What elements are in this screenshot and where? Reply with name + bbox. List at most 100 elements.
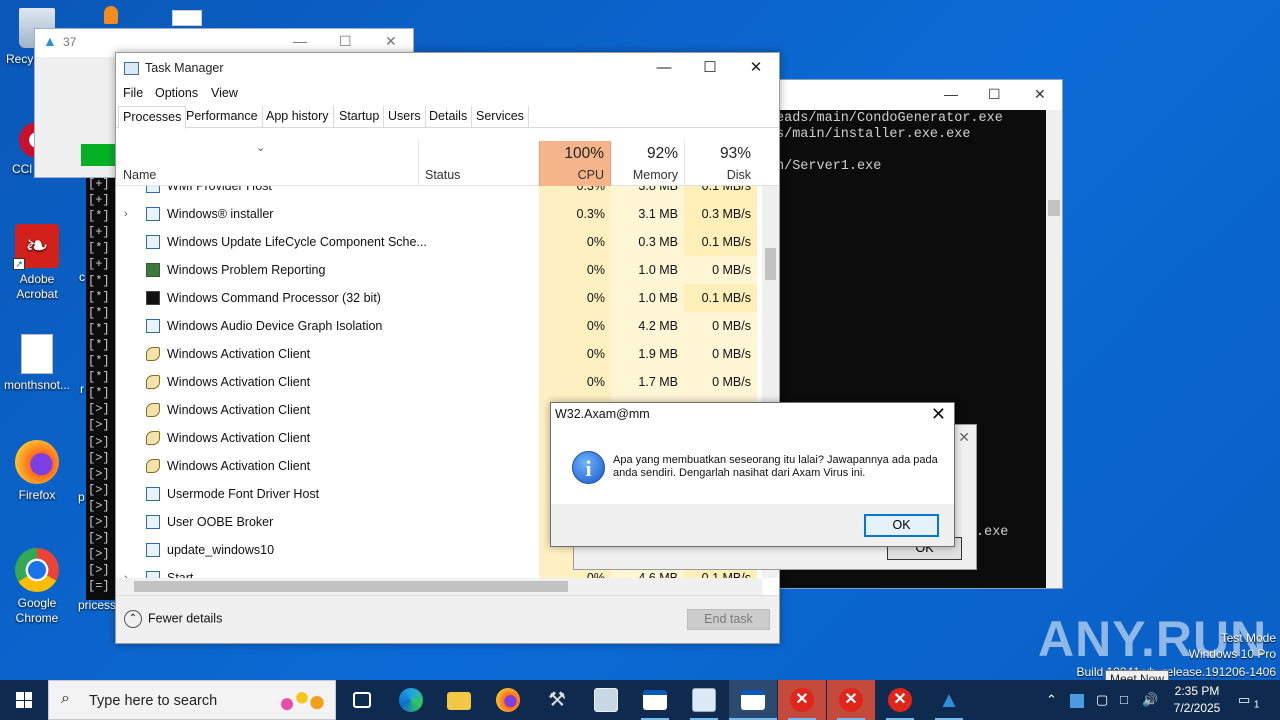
error-icon: ✕ xyxy=(839,688,863,712)
process-row[interactable]: Windows Activation Client 0% 1.7 MB 0 MB/s xyxy=(116,368,762,396)
process-row[interactable]: Windows Problem Reporting 0% 1.0 MB 0 MB/s xyxy=(116,256,762,284)
column-disk[interactable]: 93% Disk xyxy=(684,141,757,186)
start-button[interactable] xyxy=(0,680,48,720)
network-icon[interactable]: □ xyxy=(1120,680,1128,720)
search-placeholder: Type here to search xyxy=(89,693,218,709)
tray-security-icon[interactable] xyxy=(1070,680,1088,720)
close-button[interactable]: ✕ xyxy=(733,53,779,83)
problem-reporting-icon xyxy=(146,263,160,277)
menu-bar: File Options View xyxy=(116,84,779,104)
tab-details[interactable]: Details xyxy=(425,106,473,128)
window-app-icon xyxy=(643,690,667,710)
process-row[interactable]: Windows Audio Device Graph Isolation 0% 4.… xyxy=(116,312,762,340)
notification-button[interactable]: ▭ 1 xyxy=(1238,680,1262,720)
process-row[interactable]: › Windows® installer 0.3% 3.1 MB 0.3 MB/s xyxy=(116,200,762,228)
process-name: Windows® installer xyxy=(167,207,274,221)
desktop-icon-firefox[interactable]: Firefox xyxy=(0,440,74,503)
scroll-thumb[interactable] xyxy=(134,581,568,592)
process-name: update_windows10 xyxy=(167,543,275,557)
task-manager-titlebar[interactable]: Task Manager — ☐ ✕ xyxy=(116,53,779,84)
app-window-icon xyxy=(146,487,160,501)
dialog-title: W32.Axam@mm xyxy=(555,407,650,421)
column-name[interactable]: ⌄ Name xyxy=(116,141,418,186)
taskbar-task-manager[interactable] xyxy=(680,680,728,720)
taskbar-error-dialog[interactable]: ✕ xyxy=(778,680,826,720)
taskbar-window-app[interactable] xyxy=(631,680,679,720)
taskbar-firefox[interactable] xyxy=(484,680,532,720)
console-scrollbar[interactable] xyxy=(1046,110,1062,588)
tray-overflow-chevron-icon[interactable]: ⌃ xyxy=(1046,680,1057,720)
task-view-icon xyxy=(353,692,371,708)
process-row[interactable]: Windows Update LifeCycle Component Sche.… xyxy=(116,228,762,256)
taskbar-edge[interactable] xyxy=(387,680,435,720)
volume-icon[interactable]: 🔊 xyxy=(1142,680,1158,720)
process-row[interactable]: WMI Provider Host 0.3% 3.8 MB 0.1 MB/s xyxy=(116,186,762,200)
taskbar-error-dialog[interactable]: ✕ xyxy=(827,680,875,720)
close-button[interactable]: ✕ xyxy=(931,404,946,425)
acrobat-icon: ❧ ↗ xyxy=(13,224,59,270)
clock[interactable]: 2:35 PM 7/2/2025 xyxy=(1166,683,1228,717)
taskbar-anyrun[interactable]: ▲ xyxy=(925,680,973,720)
search-highlight-icon xyxy=(269,685,329,717)
key-icon xyxy=(146,431,160,445)
console-titlebar[interactable]: — ☐ ✕ xyxy=(756,80,1062,110)
maximize-button[interactable]: ☐ xyxy=(687,53,733,83)
column-memory[interactable]: 92% Memory xyxy=(611,141,684,186)
desktop-icon-monthsnot[interactable]: monthsnot... xyxy=(0,334,74,393)
expand-chevron-icon[interactable]: › xyxy=(124,208,134,220)
minimize-button[interactable]: — xyxy=(293,33,307,49)
scroll-thumb[interactable] xyxy=(1048,200,1060,216)
column-header-row: ⌄ Name Status 100% CPU 92% Memory 93% Di… xyxy=(116,141,779,186)
menu-view[interactable]: View xyxy=(211,86,238,100)
console-line: [*] xyxy=(88,273,110,288)
taskbar-network[interactable] xyxy=(582,680,630,720)
installer-icon xyxy=(146,207,160,221)
tab-app-history[interactable]: App history xyxy=(262,106,334,128)
tab-services[interactable]: Services xyxy=(472,106,529,128)
ok-button[interactable]: OK xyxy=(864,514,939,537)
taskbar-console[interactable] xyxy=(729,680,777,720)
minimize-button[interactable]: — xyxy=(944,86,958,102)
console-line: [*] xyxy=(88,370,110,385)
taskbar-error-dialog[interactable]: ✕ xyxy=(876,680,924,720)
task-view-button[interactable] xyxy=(338,680,386,720)
tab-performance[interactable]: Performance xyxy=(182,106,263,128)
close-button[interactable]: ✕ xyxy=(385,33,397,50)
tab-startup[interactable]: Startup xyxy=(335,106,385,128)
tab-processes[interactable]: Processes xyxy=(118,106,187,129)
process-name: Windows Activation Client xyxy=(167,431,311,445)
close-button[interactable]: ✕ xyxy=(1034,86,1046,103)
tab-users[interactable]: Users xyxy=(384,106,426,128)
desktop-icon-google-chrome[interactable]: Google Chrome xyxy=(0,548,74,626)
taskbar-file-explorer[interactable] xyxy=(435,680,483,720)
close-button[interactable]: ✕ xyxy=(958,429,970,446)
console-line: [+] xyxy=(88,225,110,240)
minimize-button[interactable]: — xyxy=(641,53,687,83)
column-cpu[interactable]: 100% CPU xyxy=(539,141,611,186)
desktop-icon-adobe-acrobat[interactable]: ❧ ↗ Adobe Acrobat xyxy=(0,224,74,302)
process-row[interactable]: Windows Command Processor (32 bit) 0% 1.0 … xyxy=(116,284,762,312)
fewer-details-button[interactable]: ⌃ Fewer details xyxy=(124,610,222,628)
process-memory: 4.2 MB xyxy=(611,312,684,340)
scroll-thumb[interactable] xyxy=(765,248,776,280)
column-status[interactable]: Status xyxy=(419,141,539,186)
os-edition-label: Windows 10 Pro xyxy=(1188,647,1276,661)
process-row[interactable]: Windows Activation Client 0% 1.9 MB 0 MB/s xyxy=(116,340,762,368)
end-task-button[interactable]: End task xyxy=(687,609,770,630)
console-line: [*] xyxy=(88,321,110,336)
process-list-hscrollbar[interactable] xyxy=(116,578,762,595)
console-line: eads/main/CondoGenerator.exe xyxy=(776,111,1003,126)
menu-options[interactable]: Options xyxy=(155,86,198,100)
console-line: [+] xyxy=(88,177,110,191)
maximize-button[interactable]: ☐ xyxy=(339,33,352,50)
maximize-button[interactable]: ☐ xyxy=(988,86,1001,103)
message-dialog[interactable]: W32.Axam@mm ✕ i Apa yang membuatkan sese… xyxy=(550,402,955,547)
process-name: Windows Activation Client xyxy=(167,347,311,361)
search-box[interactable]: ⌕ Type here to search xyxy=(48,680,336,720)
console-line: .exe xyxy=(976,525,1009,540)
windows-logo-icon xyxy=(16,692,32,708)
meet-now-icon[interactable]: ▢ xyxy=(1096,680,1108,720)
taskbar-tool[interactable]: ⚒ xyxy=(533,680,581,720)
menu-file[interactable]: File xyxy=(123,86,143,100)
network-icon xyxy=(594,688,618,712)
